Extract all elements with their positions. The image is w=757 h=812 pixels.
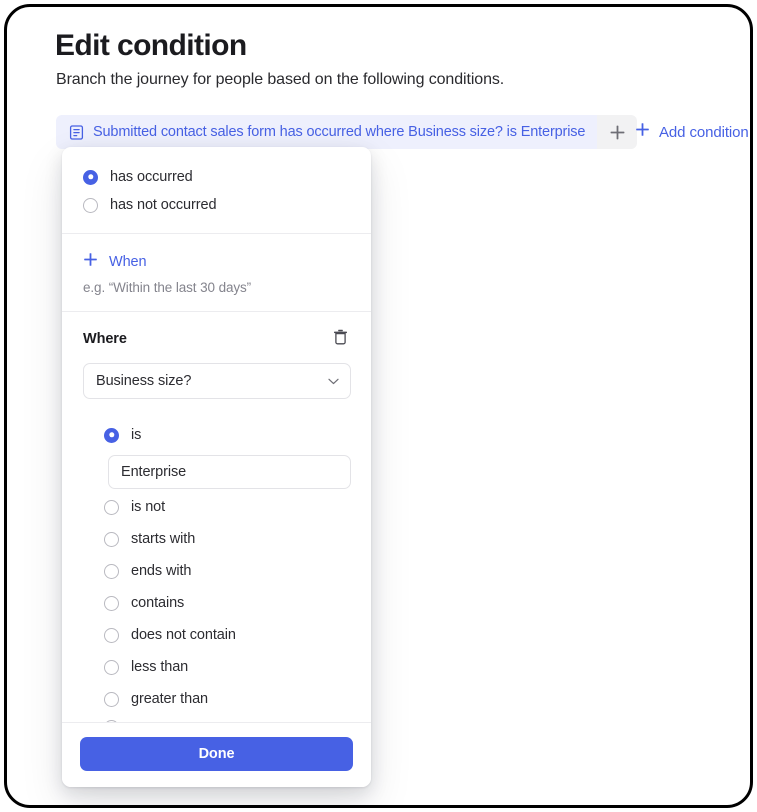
form-icon [69,124,84,140]
condition-bar: Submitted contact sales form has occurre… [56,115,638,149]
radio-icon [83,169,98,185]
operator-option-label: is [131,427,142,443]
occurrence-option-label: has not occurred [110,197,217,213]
add-condition-label: Add condition [659,123,749,141]
plus-icon [83,252,98,272]
chevron-down-icon [328,372,339,390]
app-frame: Edit condition Branch the journey for pe… [4,4,753,808]
add-chip-button[interactable] [597,115,638,149]
radio-icon [104,531,119,547]
radio-icon [104,563,119,579]
where-title: Where [83,331,127,347]
operator-option-starts-with[interactable]: starts with [83,523,351,555]
where-section: Where Business size? is Enterprise is no… [62,312,371,722]
operator-option-label: greater than [131,691,208,707]
page-subtitle: Branch the journey for people based on t… [56,71,505,88]
operator-option-label: ends with [131,563,192,579]
plus-icon [609,124,626,141]
operator-value-input[interactable] [108,455,351,489]
radio-icon [104,720,119,722]
operator-option-label: is not [131,499,166,515]
operator-option-does-not-contain[interactable]: does not contain [83,619,351,651]
operator-option-greater-than[interactable]: greater than [83,683,351,715]
attribute-select-value: Business size? [96,373,192,389]
operator-option-contains[interactable]: contains [83,587,351,619]
panel-footer: Done [62,722,371,787]
delete-where-button[interactable] [329,328,351,350]
operator-option-less-than[interactable]: less than [83,651,351,683]
add-when-button[interactable]: When [83,252,350,272]
occurrence-option-has-not-occurred[interactable]: has not occurred [62,191,371,219]
operator-option-ends-with[interactable]: ends with [83,555,351,587]
condition-editor-panel: has occurred has not occurred When e.g. … [62,147,371,787]
when-section: When e.g. “Within the last 30 days” [62,234,371,312]
page-title: Edit condition [55,29,247,62]
operator-option-clipped[interactable] [83,715,351,722]
occurrence-option-has-occurred[interactable]: has occurred [62,163,371,191]
occurrence-option-label: has occurred [110,169,193,185]
panel-scroll-area[interactable]: has occurred has not occurred When e.g. … [62,147,371,722]
operator-option-is-not[interactable]: is not [83,491,351,523]
radio-icon [104,691,119,707]
trash-icon [333,329,348,350]
radio-icon [104,595,119,611]
done-button[interactable]: Done [80,737,353,771]
operator-option-label: contains [131,595,185,611]
plus-icon [635,122,650,142]
occurrence-section: has occurred has not occurred [62,147,371,234]
radio-icon [104,499,119,515]
operator-option-label: starts with [131,531,196,547]
when-label: When [109,254,147,270]
radio-icon [104,627,119,643]
attribute-select[interactable]: Business size? [83,363,351,399]
radio-icon [83,197,98,213]
operator-list: is is not starts with ends with [83,413,351,722]
operator-option-label: does not contain [131,627,236,643]
radio-icon [104,659,119,675]
condition-chip-label: Submitted contact sales form has occurre… [93,124,586,140]
operator-option-label: less than [131,659,189,675]
add-condition-button[interactable]: Add condition [635,115,749,149]
where-header: Where [83,328,351,350]
operator-option-is[interactable]: is [83,419,351,451]
when-hint: e.g. “Within the last 30 days” [83,280,252,295]
radio-icon [104,427,119,443]
condition-chip[interactable]: Submitted contact sales form has occurre… [56,115,598,149]
